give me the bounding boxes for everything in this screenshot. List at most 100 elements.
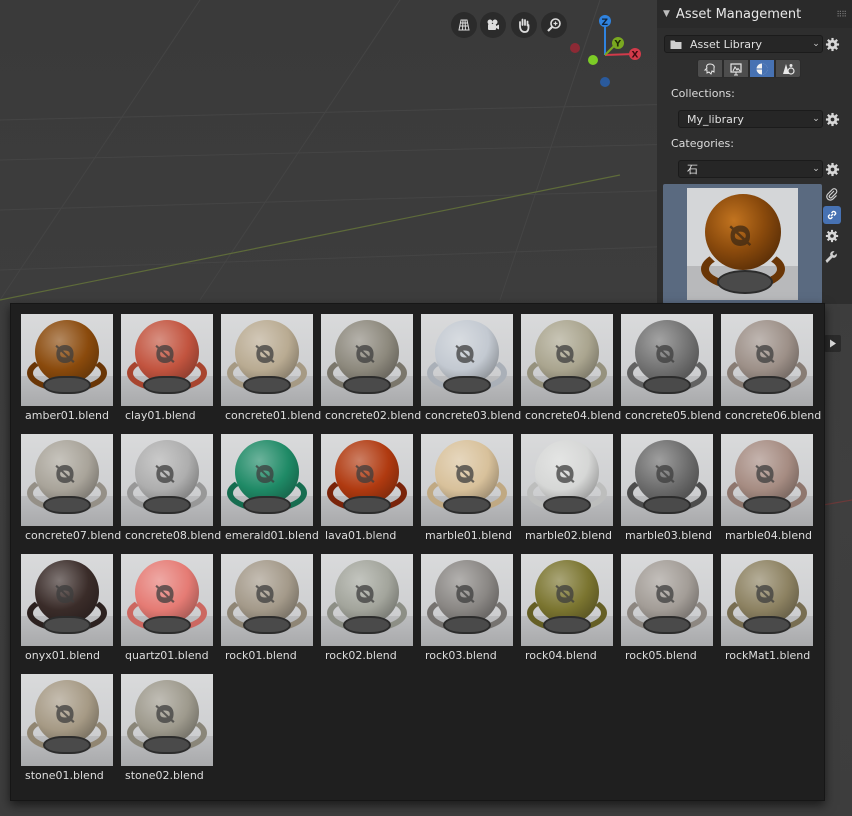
asset-tile[interactable]: ᴓ lava01.blend (321, 434, 413, 542)
asset-thumbnail: ᴓ (721, 554, 813, 646)
asset-name: rock05.blend (625, 649, 697, 662)
asset-thumbnail: ᴓ (721, 314, 813, 406)
asset-tile[interactable]: ᴓ clay01.blend (121, 314, 213, 422)
camera-icon (487, 19, 499, 30)
asset-tile[interactable]: ᴓ rock04.blend (521, 554, 613, 662)
asset-thumbnail: ᴓ (721, 434, 813, 526)
mode-scene-button[interactable] (723, 59, 749, 78)
mode-world-button[interactable] (775, 59, 801, 78)
asset-tile[interactable]: ᴓ marble04.blend (721, 434, 813, 542)
asset-tile[interactable]: ᴓ emerald01.blend (221, 434, 319, 542)
chevron-down-icon: ⌄ (812, 164, 820, 174)
link-button[interactable] (823, 206, 841, 224)
tools-button[interactable] (823, 249, 841, 267)
asset-tile[interactable]: ᴓ concrete03.blend (421, 314, 521, 422)
preview-stand (143, 496, 191, 514)
blender-logo-icon: ᴓ (555, 335, 575, 370)
asset-tile[interactable]: ᴓ quartz01.blend (121, 554, 213, 662)
asset-tile[interactable]: ᴓ concrete06.blend (721, 314, 822, 422)
camera-view-button[interactable] (480, 12, 506, 38)
navigation-gizmo[interactable]: Z X Y (566, 10, 646, 92)
preview-stand (243, 496, 291, 514)
collections-settings-button[interactable] (824, 111, 840, 127)
asset-tile[interactable]: ᴓ concrete07.blend (21, 434, 122, 542)
asset-name: concrete05.blend (625, 409, 722, 422)
categories-settings-button[interactable] (824, 161, 840, 177)
asset-name: clay01.blend (125, 409, 196, 422)
attach-button[interactable] (823, 185, 841, 203)
asset-name: quartz01.blend (125, 649, 209, 662)
blender-logo-icon: ᴓ (755, 575, 775, 610)
asset-tile[interactable]: ᴓ concrete08.blend (121, 434, 221, 542)
asset-tile[interactable]: ᴓ rock01.blend (221, 554, 313, 662)
asset-type-selector (697, 59, 801, 79)
library-settings-button[interactable] (824, 36, 840, 52)
blender-logo-icon: ᴓ (755, 335, 775, 370)
world-icon (783, 63, 795, 75)
asset-name: rock01.blend (225, 649, 297, 662)
asset-thumbnail: ᴓ (421, 554, 513, 646)
grid-icon (458, 19, 470, 31)
asset-tile[interactable]: ᴓ stone02.blend (121, 674, 213, 782)
asset-settings-button[interactable] (823, 227, 841, 245)
asset-tile[interactable]: ᴓ rock05.blend (621, 554, 713, 662)
collapse-triangle-icon[interactable]: ▼ (663, 9, 670, 19)
asset-tile[interactable]: ᴓ stone01.blend (21, 674, 113, 782)
asset-thumbnail: ᴓ (621, 314, 713, 406)
wrench-icon (825, 251, 837, 263)
chevron-down-icon: ⌄ (812, 114, 820, 124)
mode-object-button[interactable] (697, 59, 723, 78)
categories-label: Categories: (671, 137, 734, 150)
asset-tile[interactable]: ᴓ rockMat1.blend (721, 554, 813, 662)
asset-tile[interactable]: ᴓ marble01.blend (421, 434, 513, 542)
asset-thumbnail: ᴓ (221, 314, 313, 406)
asset-tile[interactable]: ᴓ marble02.blend (521, 434, 613, 542)
asset-name: concrete07.blend (25, 529, 122, 542)
expand-arrow-button[interactable] (824, 335, 841, 352)
categories-dropdown[interactable]: 石 ⌄ (678, 160, 823, 178)
asset-thumbnail: ᴓ (321, 554, 413, 646)
asset-thumbnail: ᴓ (521, 554, 613, 646)
asset-thumbnail: ᴓ (121, 554, 213, 646)
collections-dropdown[interactable]: My_library ⌄ (678, 110, 823, 128)
asset-thumbnail: ᴓ (21, 554, 113, 646)
asset-tile[interactable]: ᴓ rock03.blend (421, 554, 513, 662)
chevron-down-icon: ⌄ (812, 39, 820, 49)
asset-tile[interactable]: ᴓ concrete05.blend (621, 314, 722, 422)
asset-name: concrete02.blend (325, 409, 422, 422)
asset-preview-button[interactable]: ᴓ (663, 184, 822, 304)
asset-tile[interactable]: ᴓ onyx01.blend (21, 554, 113, 662)
blender-logo-icon: ᴓ (55, 695, 75, 730)
asset-name: marble04.blend (725, 529, 813, 542)
library-dropdown[interactable]: Asset Library ⌄ (664, 35, 823, 53)
blender-logo-icon: ᴓ (455, 575, 475, 610)
asset-tile[interactable]: ᴓ amber01.blend (21, 314, 113, 422)
blender-logo-icon: ᴓ (255, 575, 275, 610)
blender-logo-icon: ᴓ (155, 455, 175, 490)
drag-grip-icon[interactable]: ⠿⠿ (836, 10, 847, 19)
panel-header[interactable]: ▼ Asset Management ⠿⠿ (657, 0, 852, 28)
asset-name: rock03.blend (425, 649, 497, 662)
pan-view-button[interactable] (511, 12, 537, 38)
panel-title: Asset Management (675, 6, 802, 22)
mode-material-button[interactable] (749, 59, 775, 78)
asset-name: concrete06.blend (725, 409, 822, 422)
categories-dropdown-value: 石 (687, 163, 698, 176)
asset-tile[interactable]: ᴓ rock02.blend (321, 554, 413, 662)
asset-tile[interactable]: ᴓ concrete02.blend (321, 314, 422, 422)
asset-thumbnail: ᴓ (21, 314, 113, 406)
collections-label: Collections: (671, 87, 735, 100)
asset-tile[interactable]: ᴓ marble03.blend (621, 434, 713, 542)
asset-thumbnail: ᴓ (621, 554, 713, 646)
asset-tile[interactable]: ᴓ concrete04.blend (521, 314, 621, 422)
asset-thumbnail: ᴓ (121, 314, 213, 406)
gear-icon (825, 229, 839, 243)
toggle-grid-button[interactable] (451, 12, 477, 38)
zoom-view-button[interactable] (541, 12, 567, 38)
asset-tile[interactable]: ᴓ concrete01.blend (221, 314, 321, 422)
folder-icon (670, 39, 682, 50)
asset-name: onyx01.blend (25, 649, 100, 662)
asset-thumbnail: ᴓ (421, 314, 513, 406)
svg-text:X: X (632, 51, 639, 61)
preview-stand (143, 376, 191, 394)
